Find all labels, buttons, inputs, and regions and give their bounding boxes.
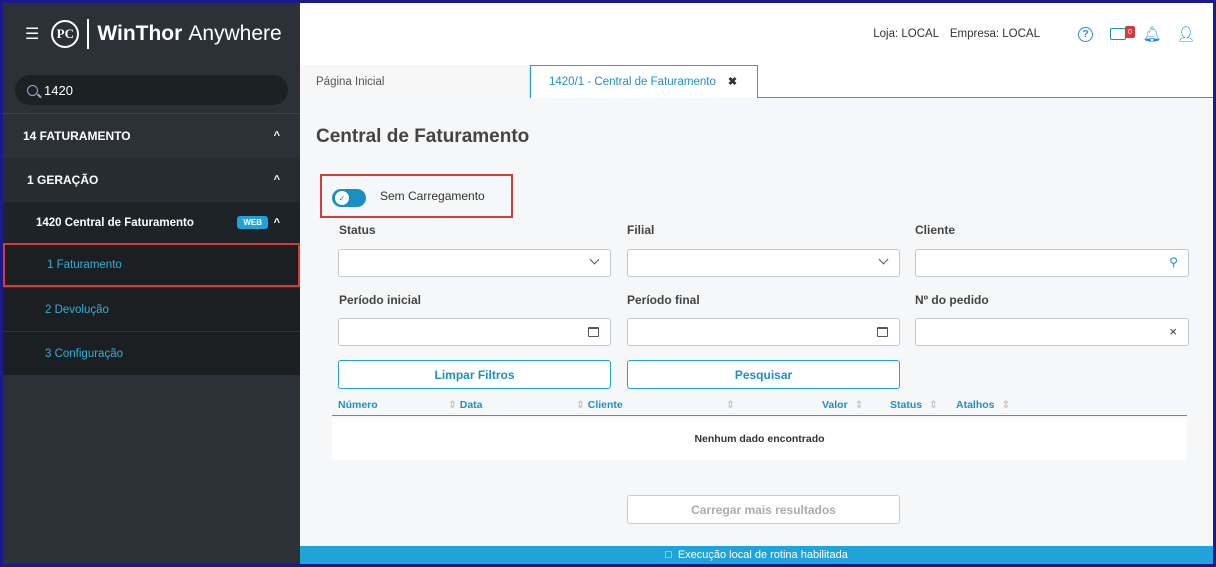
tab-bar: Página Inicial 1420/1 - Central de Fatur… [300, 65, 1213, 100]
col-cliente[interactable]: ⇕ Cliente [572, 399, 623, 411]
sidebar-item-faturamento-module[interactable]: 14 FATURAMENTO ^ [3, 113, 300, 158]
sort-icon: ⇕ [726, 399, 735, 411]
sidebar-search-value: 1420 [44, 82, 73, 98]
lock-icon: □ [665, 549, 672, 561]
pc-logo: PC [51, 20, 80, 48]
sidebar-item-label: 1 GERAÇÃO [27, 173, 99, 187]
sidebar-item-label: 1 Faturamento [47, 259, 122, 271]
col-label: Número [338, 399, 378, 411]
logo-divider [87, 19, 90, 49]
sort-icon: ⇕ [576, 399, 585, 411]
periodo-inicial-label: Período inicial [339, 293, 422, 307]
mail-count-badge: 0 [1125, 26, 1135, 38]
col-label: Cliente [587, 399, 623, 411]
bell-icon[interactable]: 🔔︎ [1142, 25, 1161, 43]
tab-central-faturamento[interactable]: 1420/1 - Central de Faturamento ✖ [530, 65, 758, 100]
periodo-final-label: Período final [627, 293, 700, 307]
sidebar-search-input[interactable]: 1420 [15, 75, 288, 105]
chevron-down-icon [589, 254, 600, 265]
close-tab-icon[interactable]: ✖ [728, 75, 737, 88]
sidebar-header: ☰ PC WinThor Anywhere [3, 3, 300, 65]
web-badge: WEB [237, 216, 268, 229]
col-data[interactable]: ⇕ Data [444, 399, 483, 411]
toggle-highlight: ✓ Sem Carregamento [320, 174, 513, 218]
user-icon[interactable]: 👤︎ [1176, 25, 1195, 43]
chevron-up-icon: ^ [273, 130, 280, 142]
pesquisar-button[interactable]: Pesquisar [627, 360, 900, 389]
search-icon [27, 84, 38, 96]
cliente-label: Cliente [915, 223, 956, 237]
col-numero[interactable]: Número [338, 399, 378, 411]
mail-button[interactable]: 0 [1109, 25, 1135, 43]
tab-pagina-inicial[interactable]: Página Inicial [300, 65, 530, 98]
col-label: Status [890, 399, 923, 411]
top-bar: Loja: LOCAL Empresa: LOCAL ? 0 🔔︎ 👤︎ [300, 3, 1213, 65]
empty-table-message: Nenhum dado encontrado [332, 418, 1187, 460]
sidebar-item-devolucao[interactable]: 2 Devolução [3, 287, 300, 331]
store-info: Loja: LOCAL Empresa: LOCAL [865, 28, 1040, 40]
brand-suffix: Anywhere [188, 22, 282, 45]
col-label: Atalhos [956, 399, 995, 411]
chevron-up-icon: ^ [273, 216, 280, 229]
chevron-up-icon: ^ [273, 174, 280, 186]
sidebar-item-faturamento[interactable]: 1 Faturamento [3, 243, 300, 287]
toggle-label: Sem Carregamento [380, 189, 485, 203]
sort-icon: ⇕ [1001, 399, 1011, 411]
col-valor[interactable]: Valor ⇕ [822, 399, 863, 411]
sidebar-item-label: 1420 Central de Faturamento [36, 216, 194, 229]
tab-label: 1420/1 - Central de Faturamento [549, 75, 716, 88]
footer-message: Execução local de rotina habilitada [677, 549, 848, 561]
sidebar-item-routine-1420[interactable]: 1420 Central de Faturamento WEB ^ [3, 202, 300, 243]
col-label: Data [459, 399, 483, 411]
store-label: Loja: LOCAL [873, 28, 939, 40]
col-atalhos[interactable]: Atalhos ⇕ [956, 399, 1010, 411]
periodo-inicial-date[interactable] [338, 318, 611, 346]
pedido-field[interactable]: × [915, 318, 1189, 346]
sort-icon: ⇕ [854, 399, 864, 411]
calendar-icon[interactable] [877, 327, 888, 337]
limpar-filtros-button[interactable]: Limpar Filtros [338, 360, 611, 389]
filial-label: Filial [627, 223, 655, 237]
mail-icon [1110, 28, 1126, 40]
sidebar-item-label: 14 FATURAMENTO [23, 129, 131, 143]
sidebar-item-geracao-group[interactable]: 1 GERAÇÃO ^ [3, 158, 300, 202]
toggle-check-icon: ✓ [335, 191, 349, 205]
status-select[interactable] [338, 249, 611, 277]
sort-icon: ⇕ [448, 399, 457, 411]
search-icon[interactable]: ⚲ [1169, 255, 1178, 269]
col-status[interactable]: Status ⇕ [890, 399, 938, 411]
filial-select[interactable] [627, 249, 900, 277]
tab-label: Página Inicial [316, 75, 385, 88]
main-content: Central de Faturamento ✓ Sem Carregament… [300, 98, 1213, 546]
clear-icon[interactable]: × [1169, 324, 1177, 339]
sidebar-item-configuracao[interactable]: 3 Configuração [3, 331, 300, 375]
sidebar-item-label: 2 Devolução [45, 303, 109, 316]
cliente-search-field[interactable]: ⚲ [915, 249, 1189, 277]
sidebar-item-label: 3 Configuração [45, 347, 123, 360]
carregar-mais-button[interactable]: Carregar mais resultados [627, 495, 900, 524]
status-label: Status [339, 223, 376, 237]
hamburger-menu-icon[interactable]: ☰ [25, 24, 39, 44]
pedido-label: Nº do pedido [915, 293, 989, 307]
page-title: Central de Faturamento [316, 126, 530, 147]
sort-icon: ⇕ [929, 399, 938, 411]
results-table-header: Número ⇕ Data ⇕ Cliente ⇕ Valor ⇕ Status… [332, 394, 1187, 416]
chevron-down-icon [878, 254, 889, 265]
periodo-final-date[interactable] [627, 318, 900, 346]
col-sort-spacer: ⇕ [722, 399, 735, 411]
status-footer: □ Execução local de rotina habilitada [300, 546, 1213, 564]
help-icon[interactable]: ? [1078, 26, 1093, 42]
calendar-icon[interactable] [588, 327, 599, 337]
col-label: Valor [822, 399, 848, 411]
sem-carregamento-toggle[interactable]: ✓ [332, 189, 366, 207]
app-window: ☰ PC WinThor Anywhere 1420 14 FATURAMENT… [0, 0, 1216, 567]
sidebar: ☰ PC WinThor Anywhere 1420 14 FATURAMENT… [3, 3, 300, 564]
company-label: Empresa: LOCAL [949, 28, 1040, 40]
brand-name: WinThor [97, 22, 183, 45]
